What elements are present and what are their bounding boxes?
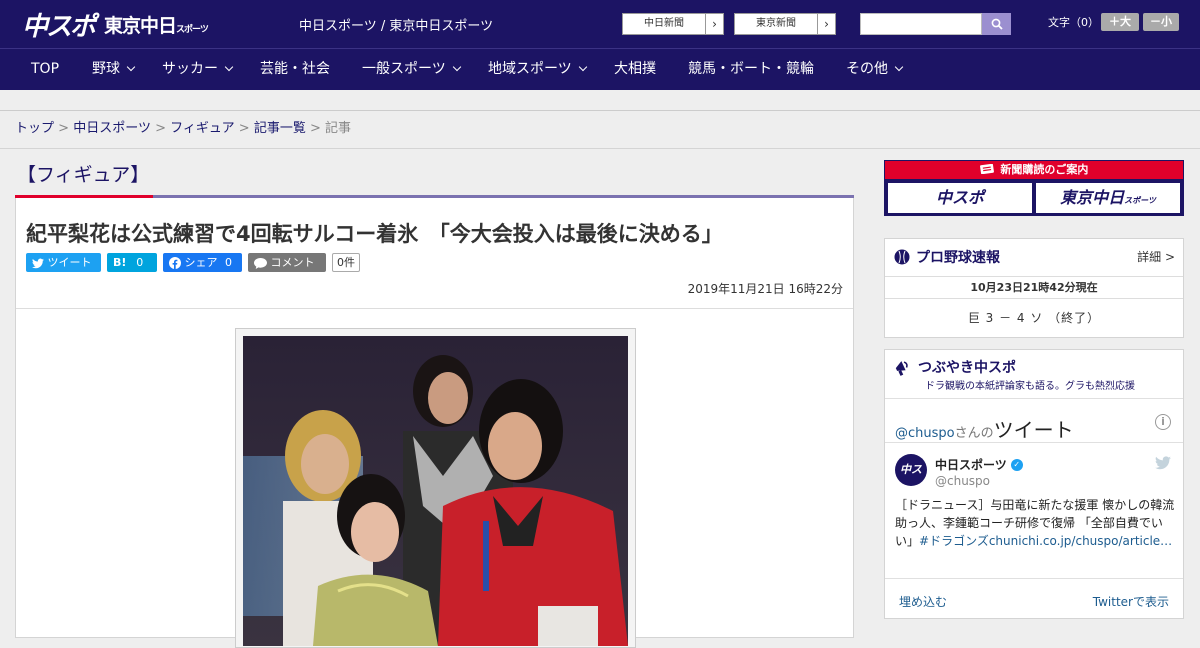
nav-item-other[interactable]: その他 (846, 49, 904, 90)
verified-badge-icon: ✓ (1010, 458, 1023, 471)
breadcrumb-current: 記事 (325, 121, 352, 136)
site-logo[interactable]: 中スポ 東京中日スポーツ (22, 6, 209, 43)
nav-item-baseball[interactable]: 野球 (92, 49, 136, 90)
breadcrumb-sep: > (309, 121, 321, 136)
breadcrumb-sep: > (238, 121, 250, 136)
font-smaller-button[interactable]: －小 (1143, 13, 1179, 31)
chuspo-logo[interactable]: 中スポ (22, 6, 96, 43)
tweet-author-handle[interactable]: @chuspo (935, 474, 990, 488)
twitter-widget: つぶやき中スポ ドラ観戦の本紙評論家も語る。グラも熱烈応援 @chuspoさんの… (884, 349, 1184, 619)
newspaper-icon (979, 163, 994, 175)
section-header: 【フィギュア】 (15, 150, 854, 198)
comment-count: 0件 (332, 253, 360, 272)
main-nav: TOP 野球 サッカー 芸能・社会 一般スポーツ 地域スポーツ 大相撲 競馬・ボ… (0, 48, 1200, 90)
chevron-right-icon: › (705, 14, 723, 34)
search-input[interactable] (860, 13, 982, 35)
score-timestamp: 10月23日21時42分現在 (885, 276, 1183, 299)
info-icon[interactable]: i (1155, 414, 1171, 430)
breadcrumb-item[interactable]: 中日スポーツ (73, 121, 151, 136)
pro-baseball-widget: プロ野球速報 詳細 > 10月23日21時42分現在 巨 3 － 4 ソ （終了… (884, 238, 1184, 338)
subscribe-chuspo-logo[interactable]: 中スポ (888, 183, 1032, 213)
nav-item-entertainment[interactable]: 芸能・社会 (260, 49, 330, 90)
figure-skating-photo-image (243, 336, 628, 646)
divider (16, 308, 853, 309)
article: 紀平梨花は公式練習で4回転サルコー着氷 「今大会投入は最後に決める」 ツイート … (15, 198, 854, 648)
section-title[interactable]: 【フィギュア】 (17, 160, 149, 187)
facebook-share-button[interactable]: シェア 0 (163, 253, 242, 272)
search-button[interactable] (982, 13, 1011, 35)
pro-baseball-title: プロ野球速報 (894, 247, 1000, 267)
tweet-author-name[interactable]: 中日スポーツ ✓ (935, 456, 1023, 473)
embed-link[interactable]: 埋め込む (899, 593, 947, 610)
breadcrumb-item[interactable]: フィギュア (170, 121, 234, 136)
view-on-twitter-link[interactable]: Twitterで表示 (1093, 593, 1169, 610)
nav-item-racing[interactable]: 競馬・ボート・競輪 (688, 49, 814, 90)
chunichi-shimbun-link[interactable]: 中日新聞 › (622, 13, 724, 35)
twitter-bird-icon[interactable] (1155, 456, 1171, 470)
photo-frame (235, 328, 636, 648)
subscribe-tokyo-chunichi-logo[interactable]: 東京中日スポーツ (1036, 183, 1180, 213)
game-score[interactable]: 巨 3 － 4 ソ （終了） (885, 309, 1183, 326)
nav-item-general-sports[interactable]: 一般スポーツ (362, 49, 461, 90)
nav-item-top[interactable]: TOP (31, 49, 59, 90)
chevron-down-icon (894, 62, 904, 72)
timeline-header: @chuspoさんのツイート i (885, 398, 1183, 443)
chevron-down-icon (452, 62, 461, 72)
font-larger-button[interactable]: ＋大 (1101, 13, 1139, 31)
site-names: 中日スポーツ / 東京中日スポーツ (299, 19, 494, 34)
baseball-icon (894, 249, 910, 265)
tweet-text: ［ドラニュース］与田竜に新たな援軍 懐かしの韓流助っ人、李鍾範コーチ研修で復帰 … (895, 498, 1175, 548)
hatena-bookmark-button[interactable]: B! 0 (107, 253, 157, 272)
chevron-down-icon (224, 62, 234, 72)
chevron-right-icon: › (817, 14, 835, 34)
font-size-label: 文字（0） (1048, 16, 1099, 29)
ad-band (0, 90, 1200, 111)
pro-baseball-detail-link[interactable]: 詳細 > (1137, 248, 1175, 265)
site-header: 中スポ 東京中日スポーツ 中日スポーツ / 東京中日スポーツ 中日新聞 › 東京… (0, 0, 1200, 48)
breadcrumb: トップ > 中日スポーツ > フィギュア > 記事一覧 > 記事 (0, 111, 1200, 149)
article-photo[interactable] (243, 336, 628, 646)
avatar[interactable]: 中スポ (895, 454, 927, 508)
chevron-down-icon (578, 62, 587, 72)
breadcrumb-sep: > (155, 121, 166, 136)
hatena-icon: B! (113, 256, 127, 269)
subscription-title: 新聞購読のご案内 (885, 161, 1183, 179)
timeline-footer: 埋め込む Twitterで表示 (885, 578, 1183, 618)
timeline-title[interactable]: @chuspoさんのツイート (895, 414, 1074, 443)
breadcrumb-item[interactable]: トップ (15, 121, 54, 136)
tsubuyaki-title: つぶやき中スポ (894, 357, 1016, 377)
tokyo-chunichi-logo[interactable]: 東京中日スポーツ (104, 11, 209, 38)
twitter-bird-icon (32, 258, 44, 269)
tweet-link[interactable]: #ドラゴンズchunichi.co.jp/chuspo/article… (919, 534, 1172, 548)
facebook-icon (169, 257, 181, 269)
nav-item-sumo[interactable]: 大相撲 (614, 49, 656, 90)
nav-item-local-sports[interactable]: 地域スポーツ (488, 49, 587, 90)
chevron-down-icon (126, 62, 136, 72)
tweet-button[interactable]: ツイート (26, 253, 101, 272)
tokyo-shimbun-link[interactable]: 東京新聞 › (734, 13, 836, 35)
comment-button[interactable]: コメント (248, 253, 326, 272)
breadcrumb-sep: > (58, 121, 70, 136)
speech-bubble-icon (254, 258, 267, 269)
tsubuyaki-subtitle: ドラ観戦の本紙評論家も語る。グラも熱烈応援 (925, 381, 1135, 392)
breadcrumb-item[interactable]: 記事一覧 (254, 121, 306, 136)
megaphone-icon (895, 361, 908, 376)
article-headline: 紀平梨花は公式練習で4回転サルコー着氷 「今大会投入は最後に決める」 (26, 222, 723, 246)
article-date: 2019年11月21日 16時22分 (687, 282, 843, 296)
subscription-banner[interactable]: 新聞購読のご案内 中スポ 東京中日スポーツ (884, 160, 1184, 216)
nav-item-soccer[interactable]: サッカー (162, 49, 234, 90)
search-icon (991, 18, 1003, 30)
